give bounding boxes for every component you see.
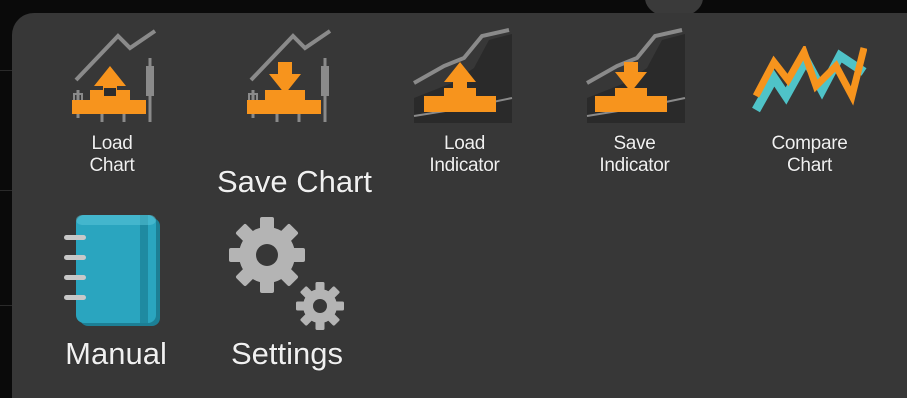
save-chart-icon: [247, 29, 332, 122]
load-chart-label: Load Chart: [89, 133, 135, 176]
manual-notebook-icon: [64, 215, 160, 326]
save-chart-label: Save Chart: [216, 164, 373, 199]
save-indicator-icon: [586, 28, 686, 123]
load-indicator-icon: [413, 28, 513, 123]
manual-label: Manual: [65, 336, 167, 371]
save-indicator-label: Save Indicator: [599, 133, 670, 176]
save-indicator-button[interactable]: Save Indicator: [572, 28, 697, 198]
load-indicator-label: Load Indicator: [429, 133, 500, 176]
save-chart-button[interactable]: Save Chart: [197, 28, 392, 199]
settings-label: Settings: [230, 336, 343, 371]
compare-chart-button[interactable]: Compare Chart: [747, 28, 872, 198]
load-indicator-button[interactable]: Load Indicator: [402, 28, 527, 198]
manual-button[interactable]: Manual: [46, 208, 186, 383]
compare-chart-icon: [752, 46, 867, 113]
load-chart-button[interactable]: Load Chart: [52, 28, 172, 198]
settings-gears-icon: [229, 217, 344, 330]
chart-menu-panel: Load Chart Save Chart Load Indicator Sav…: [12, 13, 907, 398]
compare-chart-label: Compare Chart: [771, 133, 848, 176]
settings-button[interactable]: Settings: [207, 208, 367, 383]
load-chart-icon: [72, 29, 157, 122]
